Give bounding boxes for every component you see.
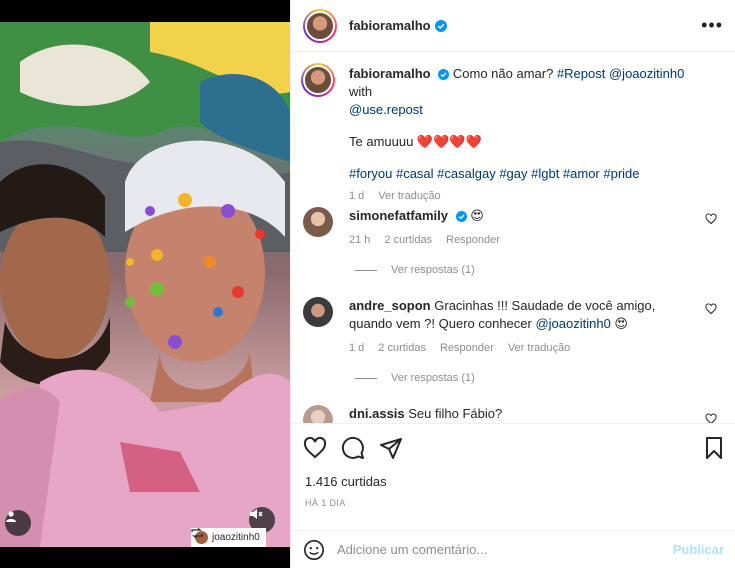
author-avatar[interactable] (303, 8, 337, 43)
heart-icon[interactable] (303, 436, 327, 460)
bookmark-icon[interactable] (702, 436, 726, 460)
reply-button[interactable]: Responder (440, 339, 494, 357)
more-options-icon[interactable]: ••• (701, 15, 723, 36)
caption-message: Te amuuuu ❤️❤️❤️❤️ (349, 134, 482, 149)
caption-hashtags[interactable]: #foryou #casal #casalgay #gay #lgbt #amo… (349, 165, 709, 183)
commenter-avatar[interactable] (303, 405, 333, 423)
hashtag-link[interactable]: #Repost (557, 66, 605, 81)
comment-meta: 1 d 2 curtidas Responder Ver tradução (349, 339, 709, 357)
caption-text: Como não amar? (452, 66, 557, 81)
share-icon[interactable] (379, 436, 403, 460)
view-replies-link[interactable]: Ver respostas (1) (355, 264, 475, 276)
tagged-users-button[interactable] (5, 510, 31, 536)
caption-line-1: fabioramalho Como não amar? #Repost @joa… (349, 65, 709, 101)
mention-link[interactable]: @joaozitinh0 (535, 316, 610, 331)
comments-list: fabioramalho Como não amar? #Repost @joa… (291, 53, 735, 423)
comment-composer: Publicar (291, 530, 735, 568)
publish-button[interactable]: Publicar (673, 542, 724, 557)
instagram-post-view: joaozitinh0 fabioramalho ••• fabioramalh… (0, 0, 735, 568)
verified-badge-icon (455, 211, 467, 222)
comment-time: 21 h (349, 234, 371, 246)
comment-likes[interactable]: 2 curtidas (384, 231, 432, 249)
view-replies-link[interactable]: Ver respostas (1) (355, 372, 475, 384)
see-translation-link[interactable]: Ver tradução (378, 187, 440, 205)
commenter-username[interactable]: andre_sopon (349, 298, 431, 313)
comment-text: Gracinhas !!! Saudade de você amigo, (434, 298, 656, 313)
caption-author-avatar[interactable] (301, 63, 335, 97)
view-replies-label[interactable]: Ver respostas (1) (391, 264, 475, 276)
comment-meta: 21 h 2 curtidas Responder (349, 231, 709, 249)
caption: fabioramalho Como não amar? #Repost @joa… (301, 63, 723, 202)
comment-like-heart-icon[interactable] (705, 303, 717, 315)
comment-text: Seu filho Fábio? (408, 406, 503, 421)
commenter-avatar[interactable] (303, 207, 333, 237)
post-details-panel: fabioramalho ••• fabioramalho Como não a… (290, 0, 735, 568)
see-translation-link[interactable]: Ver tradução (508, 339, 570, 357)
comment-likes[interactable]: 2 curtidas (378, 339, 426, 357)
verified-badge-icon (438, 69, 450, 80)
repost-tag[interactable]: joaozitinh0 (191, 528, 266, 547)
user-icon (6, 511, 16, 522)
mention-link-repost[interactable]: @use.repost (349, 101, 709, 119)
comment-item: dni.assis Seu filho Fábio? (303, 405, 723, 423)
caption-author-username[interactable]: fabioramalho (349, 66, 431, 81)
post-media[interactable]: joaozitinh0 (0, 0, 290, 568)
mention-link[interactable]: @joaozitinh0 (609, 66, 684, 81)
author-username[interactable]: fabioramalho (349, 18, 431, 33)
caption-meta: 1 d Ver tradução (349, 187, 709, 205)
muted-speaker-icon (250, 509, 263, 519)
emoji-icon[interactable] (303, 539, 325, 561)
view-replies-label[interactable]: Ver respostas (1) (391, 372, 475, 384)
verified-badge-icon (434, 19, 447, 32)
comment-input[interactable] (337, 542, 673, 557)
comment-time: 1 d (349, 342, 365, 354)
comment-text-line2: quando vem ?! Quero conhecer (349, 316, 536, 331)
caption-with: with (349, 84, 373, 99)
commenter-username[interactable]: dni.assis (349, 406, 405, 421)
comment-icon[interactable] (341, 436, 365, 460)
caption-time: 1 d (349, 190, 365, 202)
comment-like-heart-icon[interactable] (705, 413, 717, 423)
commenter-avatar[interactable] (303, 297, 333, 327)
repost-username: joaozitinh0 (212, 532, 260, 543)
post-video[interactable] (0, 22, 290, 547)
likes-count[interactable]: 1.416 curtidas (305, 474, 387, 489)
comment-text: 😍 (470, 208, 484, 223)
post-date: HÁ 1 DIA (305, 498, 346, 508)
comment-like-heart-icon[interactable] (705, 213, 717, 225)
video-frame-illustration (0, 22, 290, 547)
comment-emoji: 😍 (610, 316, 628, 331)
post-header: fabioramalho ••• (291, 0, 735, 52)
post-actions: 1.416 curtidas HÁ 1 DIA (291, 423, 735, 533)
commenter-username[interactable]: simonefatfamily (349, 208, 448, 223)
repost-icon (191, 528, 203, 538)
reply-button[interactable]: Responder (446, 231, 500, 249)
